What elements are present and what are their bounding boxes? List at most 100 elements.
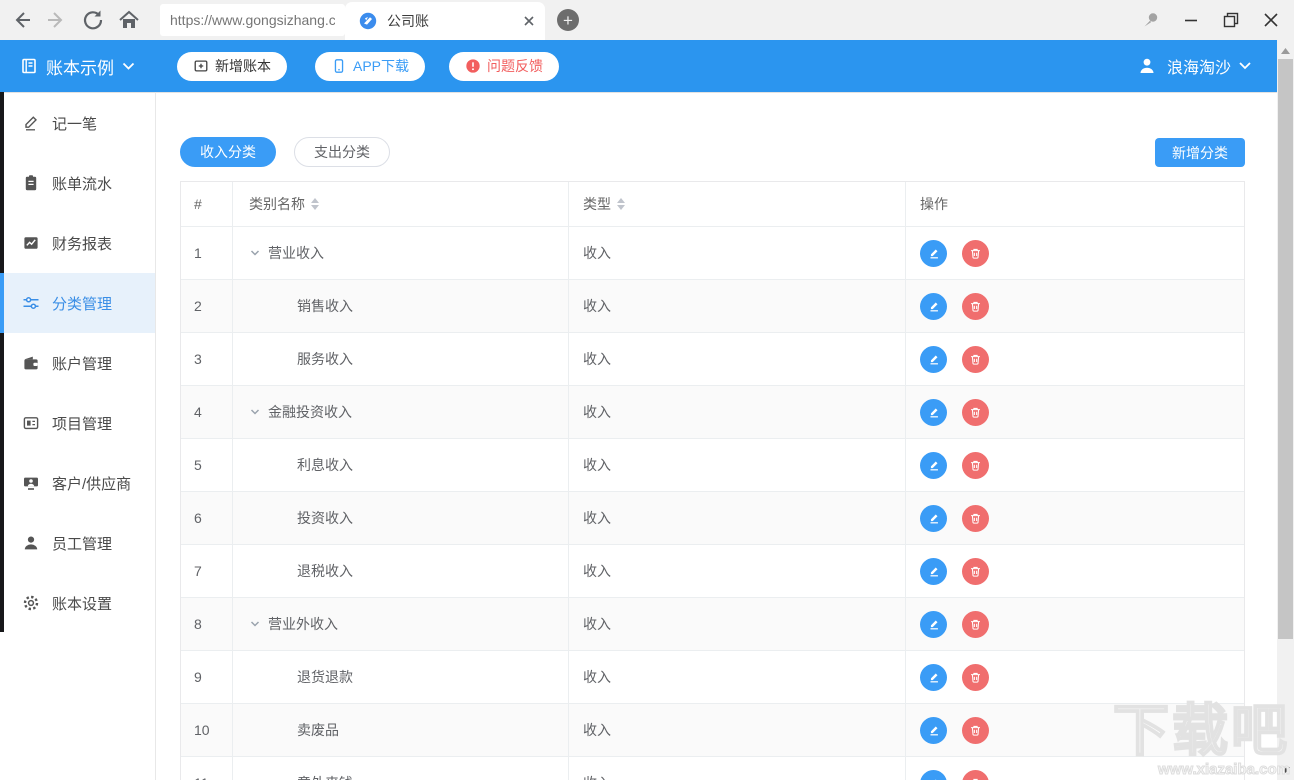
col-category-name[interactable]: 类别名称: [233, 182, 569, 226]
sidebar-item[interactable]: 客户/供应商: [0, 453, 155, 513]
category-tab[interactable]: 支出分类: [294, 137, 390, 167]
sidebar-item[interactable]: 财务报表: [0, 213, 155, 273]
col-type[interactable]: 类型: [569, 182, 906, 226]
report-icon: [22, 234, 40, 252]
delete-button[interactable]: [962, 399, 989, 426]
edit-pencil-icon: [927, 511, 941, 525]
sort-icon[interactable]: [617, 198, 625, 210]
category-tab[interactable]: 收入分类: [180, 137, 276, 167]
phone-icon: [331, 58, 347, 74]
sidebar-item[interactable]: 项目管理: [0, 393, 155, 453]
new-ledger-button[interactable]: 新增账本: [177, 52, 287, 81]
row-index: 7: [181, 545, 233, 597]
delete-button[interactable]: [962, 346, 989, 373]
sidebar-item-label: 员工管理: [52, 533, 112, 554]
sidebar-item[interactable]: 员工管理: [0, 513, 155, 573]
sidebar-item[interactable]: 账户管理: [0, 333, 155, 393]
row-index: 8: [181, 598, 233, 650]
row-type: 收入: [569, 704, 906, 756]
ledger-switcher[interactable]: 账本示例: [20, 54, 135, 79]
window-close-icon[interactable]: [1254, 5, 1288, 35]
app-download-label: APP下载: [353, 56, 409, 76]
sidebar-menu: 记一笔 账单流水 财务报表 分类管理 账户管理 项目管理 客户/供应商 员工管理…: [0, 93, 155, 633]
delete-button[interactable]: [962, 293, 989, 320]
scrollbar-thumb[interactable]: [1278, 59, 1293, 639]
row-index: 3: [181, 333, 233, 385]
edit-button[interactable]: [920, 452, 947, 479]
home-icon[interactable]: [114, 5, 144, 35]
exclamation-circle-icon: [465, 58, 481, 74]
delete-button[interactable]: [962, 558, 989, 585]
edit-button[interactable]: [920, 664, 947, 691]
row-index: 5: [181, 439, 233, 491]
row-category-name: 销售收入: [233, 280, 569, 332]
sidebar-item[interactable]: 记一笔: [0, 93, 155, 153]
customer-icon: [22, 474, 40, 492]
new-tab-icon[interactable]: +: [557, 9, 579, 31]
table-row: 6 投资收入 收入: [181, 492, 1244, 545]
trash-icon: [969, 671, 982, 684]
delete-button[interactable]: [962, 717, 989, 744]
edit-button[interactable]: [920, 399, 947, 426]
row-category-name: 投资收入: [233, 492, 569, 544]
delete-button[interactable]: [962, 240, 989, 267]
url-input[interactable]: [160, 12, 345, 28]
scroll-up-icon[interactable]: [1277, 42, 1294, 59]
restore-icon[interactable]: [1214, 5, 1248, 35]
user-menu[interactable]: 浪海淘沙: [1137, 54, 1251, 78]
sidebar-item-label: 记一笔: [52, 113, 97, 134]
back-icon[interactable]: [6, 5, 36, 35]
delete-button[interactable]: [962, 770, 989, 780]
trash-icon: [969, 406, 982, 419]
wallet-icon: [22, 354, 40, 372]
sidebar-item[interactable]: 分类管理: [0, 273, 155, 333]
edit-pencil-icon: [927, 564, 941, 578]
forward-icon[interactable]: [42, 5, 72, 35]
employee-icon: [22, 534, 40, 552]
row-type: 收入: [569, 386, 906, 438]
delete-button[interactable]: [962, 505, 989, 532]
feedback-button[interactable]: 问题反馈: [449, 52, 559, 81]
edit-button[interactable]: [920, 346, 947, 373]
sidebar-item-label: 账单流水: [52, 173, 112, 194]
browser-tab[interactable]: 公司账: [345, 2, 545, 40]
delete-button[interactable]: [962, 611, 989, 638]
sidebar-item-label: 账本设置: [52, 593, 112, 614]
row-type: 收入: [569, 757, 906, 780]
row-actions: [906, 280, 1244, 332]
app-download-button[interactable]: APP下载: [315, 52, 425, 81]
delete-button[interactable]: [962, 664, 989, 691]
browser-chrome: 公司账 +: [0, 0, 1294, 40]
sort-icon[interactable]: [311, 198, 319, 210]
row-actions: [906, 227, 1244, 279]
sidebar: 记一笔 账单流水 财务报表 分类管理 账户管理 项目管理 客户/供应商 员工管理…: [0, 92, 156, 780]
edit-button[interactable]: [920, 770, 947, 780]
bill-icon: [22, 174, 40, 192]
category-tabs: 收入分类 支出分类 新增分类: [180, 137, 1245, 167]
pin-icon[interactable]: [1134, 5, 1168, 35]
scroll-down-icon[interactable]: [1277, 761, 1294, 778]
expand-chevron-icon[interactable]: [249, 247, 261, 259]
address-bar[interactable]: [160, 4, 345, 36]
page-scrollbar[interactable]: [1277, 40, 1294, 780]
refresh-icon[interactable]: [78, 5, 108, 35]
sidebar-item[interactable]: 账单流水: [0, 153, 155, 213]
add-category-button[interactable]: 新增分类: [1155, 138, 1245, 167]
edit-button[interactable]: [920, 611, 947, 638]
table-header-row: # 类别名称 类型 操作: [181, 182, 1244, 227]
tab-close-icon[interactable]: [523, 15, 535, 27]
row-actions: [906, 439, 1244, 491]
edit-button[interactable]: [920, 505, 947, 532]
row-type: 收入: [569, 598, 906, 650]
edit-button[interactable]: [920, 558, 947, 585]
row-type: 收入: [569, 280, 906, 332]
expand-chevron-icon[interactable]: [249, 406, 261, 418]
delete-button[interactable]: [962, 452, 989, 479]
edit-button[interactable]: [920, 293, 947, 320]
edit-button[interactable]: [920, 717, 947, 744]
sidebar-item[interactable]: 账本设置: [0, 573, 155, 633]
expand-chevron-icon[interactable]: [249, 618, 261, 630]
edit-button[interactable]: [920, 240, 947, 267]
minimize-icon[interactable]: [1174, 5, 1208, 35]
row-category-name: 退货退款: [233, 651, 569, 703]
